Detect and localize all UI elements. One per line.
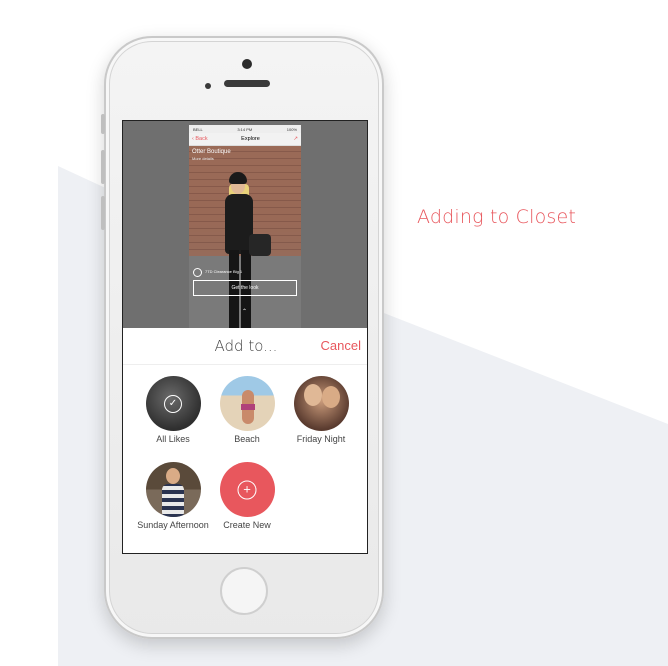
mute-switch: [101, 114, 105, 134]
battery: 100%: [286, 126, 297, 132]
face-left: [303, 384, 322, 406]
product-photo: Otter Boutique More details 7TD Clearanc…: [189, 146, 301, 328]
sheet-title: Add to...: [214, 337, 278, 355]
nav-bar: ‹ Back Explore ↗: [189, 133, 301, 146]
collection-thumbnail: [293, 376, 349, 431]
front-camera: [242, 59, 252, 69]
cancel-button[interactable]: Cancel: [321, 338, 361, 353]
carrier: BELL: [193, 126, 203, 132]
proximity-sensor: [205, 83, 211, 89]
collection-label: Friday Night: [296, 434, 346, 444]
collection-create-new[interactable]: + Create New: [211, 462, 283, 530]
heart-icon[interactable]: [193, 268, 202, 277]
volume-down-button: [101, 196, 105, 230]
collection-label: Sunday Afternoon: [137, 520, 209, 530]
nav-title: Explore: [241, 136, 260, 142]
collection-label: All Likes: [156, 434, 190, 444]
time: 3:14 PM: [237, 126, 253, 132]
plus-icon: +: [237, 480, 257, 499]
add-to-sheet: Add to... Cancel ✓ All Likes Beach Frida…: [123, 328, 367, 553]
earpiece-speaker: [224, 80, 270, 87]
caption-adding-to-closet: Adding to Closet: [417, 206, 577, 228]
swimsuit: [240, 404, 255, 410]
home-button[interactable]: [220, 567, 268, 615]
chevron-up-icon[interactable]: ⌃: [242, 308, 247, 315]
phone-screen: BELL 3:14 PM 100% ‹ Back Explore ↗ Otter…: [122, 120, 368, 554]
volume-up-button: [101, 150, 105, 184]
share-icon[interactable]: ↗: [293, 136, 298, 142]
collection-thumbnail: [219, 376, 275, 431]
collection-thumbnail: [145, 462, 201, 517]
face-right: [321, 386, 340, 408]
back-button[interactable]: ‹ Back: [192, 136, 208, 142]
collection-beach[interactable]: Beach: [211, 376, 283, 444]
create-new-circle: +: [219, 462, 275, 517]
item-label: 7TD Clearance Big 1: [205, 269, 243, 274]
striped-top: [161, 484, 184, 517]
sheet-header: Add to... Cancel: [123, 328, 367, 365]
checkmark-icon: ✓: [164, 394, 182, 413]
phone-mockup: BELL 3:14 PM 100% ‹ Back Explore ↗ Otter…: [101, 36, 384, 639]
collection-all-likes[interactable]: ✓ All Likes: [137, 376, 209, 444]
model-beanie: [229, 172, 247, 184]
collection-label: Create New: [223, 520, 271, 530]
collection-friday-night[interactable]: Friday Night: [285, 376, 357, 444]
explore-screen-preview: BELL 3:14 PM 100% ‹ Back Explore ↗ Otter…: [189, 125, 301, 328]
status-bar: BELL 3:14 PM 100%: [189, 125, 301, 133]
face: [165, 468, 180, 484]
collection-label: Beach: [234, 434, 260, 444]
store-subtitle: More details: [192, 156, 214, 161]
store-title: Otter Boutique: [192, 149, 231, 155]
collection-thumbnail: ✓: [145, 376, 201, 431]
collection-sunday-afternoon[interactable]: Sunday Afternoon: [137, 462, 209, 530]
handbag: [249, 234, 271, 256]
get-the-look-button[interactable]: Get the look: [193, 280, 297, 296]
